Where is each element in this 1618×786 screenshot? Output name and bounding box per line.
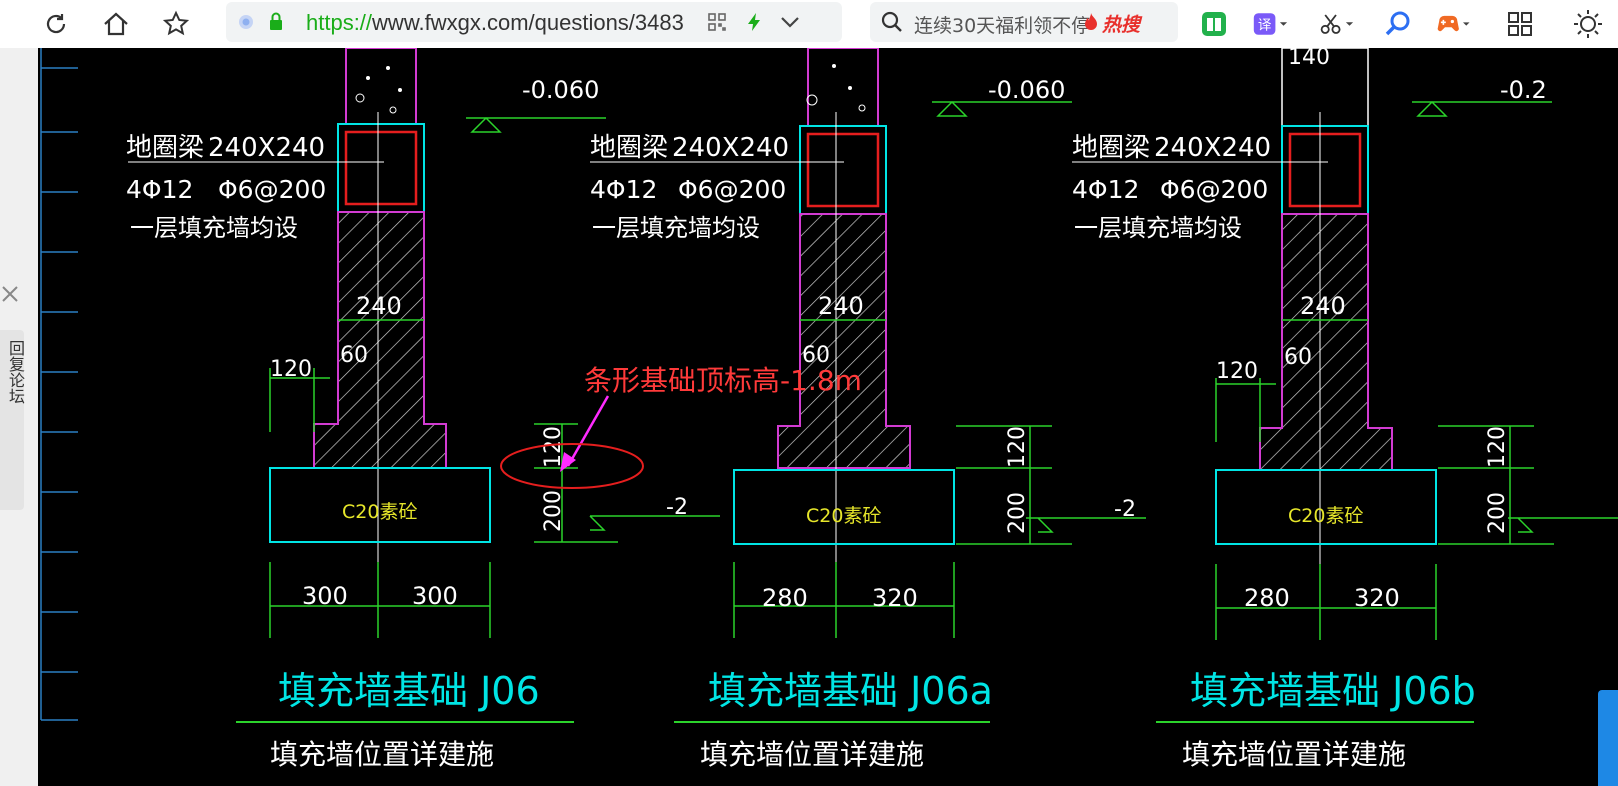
game-controller-icon[interactable] bbox=[1436, 6, 1472, 42]
step-120-1: 120 bbox=[270, 357, 312, 382]
note-3: 一层填充墙均设 bbox=[1074, 214, 1242, 242]
step-120-3: 120 bbox=[1216, 359, 1258, 384]
beam-size-1: 240X240 bbox=[208, 133, 325, 163]
dim-left-1: 300 bbox=[302, 582, 348, 610]
detail-title-2: 填充墙基础 J06a bbox=[708, 669, 993, 713]
site-info-icon[interactable] bbox=[238, 14, 254, 30]
annotation-label: 条形基础顶标高-1.8m bbox=[584, 364, 862, 397]
dim-right-1: 300 bbox=[412, 582, 458, 610]
fire-icon bbox=[1085, 13, 1097, 30]
beam-size-2: 240X240 bbox=[672, 133, 789, 163]
top-dim-3: 140 bbox=[1288, 48, 1330, 70]
address-bar[interactable]: https://www.fwxgx.com/questions/3483 bbox=[226, 2, 842, 42]
lightning-icon[interactable] bbox=[746, 12, 762, 32]
browser-toolbar: https://www.fwxgx.com/questions/3483 连续3… bbox=[0, 0, 1618, 49]
reader-book-icon[interactable] bbox=[1196, 6, 1232, 42]
search-icon[interactable] bbox=[880, 10, 904, 34]
beam-label-2: 地圈梁 bbox=[590, 133, 668, 163]
scissors-icon[interactable] bbox=[1318, 6, 1354, 42]
rebar-main-3: 4Φ12 bbox=[1072, 175, 1139, 204]
concrete-label-1: C20素砼 bbox=[342, 501, 417, 523]
beam-label-1: 地圈梁 bbox=[126, 133, 204, 163]
elevation-3: -0.2 bbox=[1500, 76, 1547, 104]
detail-j06a: 地圈梁 240X240 4Φ12 Φ6@200 一层填充墙均设 -0.060 2… bbox=[590, 48, 1146, 771]
brightness-icon[interactable] bbox=[1570, 6, 1606, 42]
magnifier-tool-icon[interactable] bbox=[1380, 6, 1416, 42]
home-icon[interactable] bbox=[98, 6, 134, 42]
dim-right-2: 320 bbox=[872, 584, 918, 612]
beam-size-3: 240X240 bbox=[1154, 133, 1271, 163]
height-bottom-2: 200 bbox=[1005, 492, 1030, 534]
concrete-label-3: C20素砼 bbox=[1288, 505, 1363, 527]
apps-grid-icon[interactable] bbox=[1502, 6, 1538, 42]
search-placeholder[interactable]: 连续30天福利领不停 bbox=[914, 11, 1094, 38]
translate-icon[interactable]: 译 bbox=[1252, 6, 1288, 42]
qr-code-icon[interactable] bbox=[708, 13, 726, 31]
lock-icon bbox=[270, 12, 282, 30]
bottom-elev-1: -2 bbox=[666, 495, 688, 520]
chevron-down-icon[interactable] bbox=[780, 15, 800, 29]
height-top-3: 120 bbox=[1485, 426, 1510, 468]
note-1: 一层填充墙均设 bbox=[130, 214, 298, 242]
rebar-stirrup-1: Φ6@200 bbox=[218, 175, 326, 204]
rebar-main-2: 4Φ12 bbox=[590, 175, 657, 204]
rebar-main-1: 4Φ12 bbox=[126, 175, 193, 204]
detail-subtitle-2: 填充墙位置详建施 bbox=[700, 738, 924, 771]
wall-width-1: 240 bbox=[356, 292, 402, 320]
rebar-stirrup-3: Φ6@200 bbox=[1160, 175, 1268, 204]
annotation-arrow-line bbox=[566, 395, 610, 467]
wall-width-3: 240 bbox=[1300, 292, 1346, 320]
dim-right-3: 320 bbox=[1354, 584, 1400, 612]
concrete-label-2: C20素砼 bbox=[806, 505, 881, 527]
offset-60-1: 60 bbox=[340, 343, 368, 368]
detail-subtitle-1: 填充墙位置详建施 bbox=[270, 738, 494, 771]
side-tab[interactable]: 回复论坛 bbox=[0, 330, 25, 510]
detail-title-1: 填充墙基础 J06 bbox=[278, 669, 540, 713]
height-bottom-3: 200 bbox=[1485, 492, 1510, 534]
left-grid-ticks bbox=[40, 48, 78, 721]
floating-side-widget[interactable] bbox=[1598, 690, 1618, 786]
detail-subtitle-3: 填充墙位置详建施 bbox=[1182, 738, 1406, 771]
hot-search-label[interactable]: 热搜 bbox=[1102, 10, 1140, 37]
search-box[interactable]: 连续30天福利领不停 热搜 bbox=[870, 2, 1178, 42]
close-icon[interactable] bbox=[0, 284, 20, 304]
elevation-1: -0.060 bbox=[522, 76, 599, 104]
note-2: 一层填充墙均设 bbox=[592, 214, 760, 242]
url-text[interactable]: https://www.fwxgx.com/questions/3483 bbox=[306, 10, 736, 36]
reload-icon[interactable] bbox=[38, 6, 74, 42]
elevation-2: -0.060 bbox=[988, 76, 1065, 104]
detail-j06b: 140 地圈梁 240X240 4Φ12 Φ6@200 一层填充墙均设 -0.2… bbox=[1072, 48, 1618, 771]
offset-60-3: 60 bbox=[1284, 345, 1312, 370]
height-bottom-1: 200 bbox=[541, 490, 566, 532]
beam-label-3: 地圈梁 bbox=[1072, 133, 1150, 163]
wall-width-2: 240 bbox=[818, 292, 864, 320]
bookmark-star-icon[interactable] bbox=[158, 6, 194, 42]
cad-drawing-canvas: 地圈梁 240X240 4Φ12 Φ6@200 一层填充墙均设 -0.060 2… bbox=[38, 48, 1618, 786]
bottom-elev-2: -2 bbox=[1114, 497, 1136, 522]
dim-left-2: 280 bbox=[762, 584, 808, 612]
annotation-ellipse bbox=[500, 443, 644, 489]
rebar-stirrup-2: Φ6@200 bbox=[678, 175, 786, 204]
dim-left-3: 280 bbox=[1244, 584, 1290, 612]
detail-title-3: 填充墙基础 J06b bbox=[1190, 669, 1476, 713]
height-top-2: 120 bbox=[1005, 426, 1030, 468]
svg-text:译: 译 bbox=[1258, 17, 1272, 33]
